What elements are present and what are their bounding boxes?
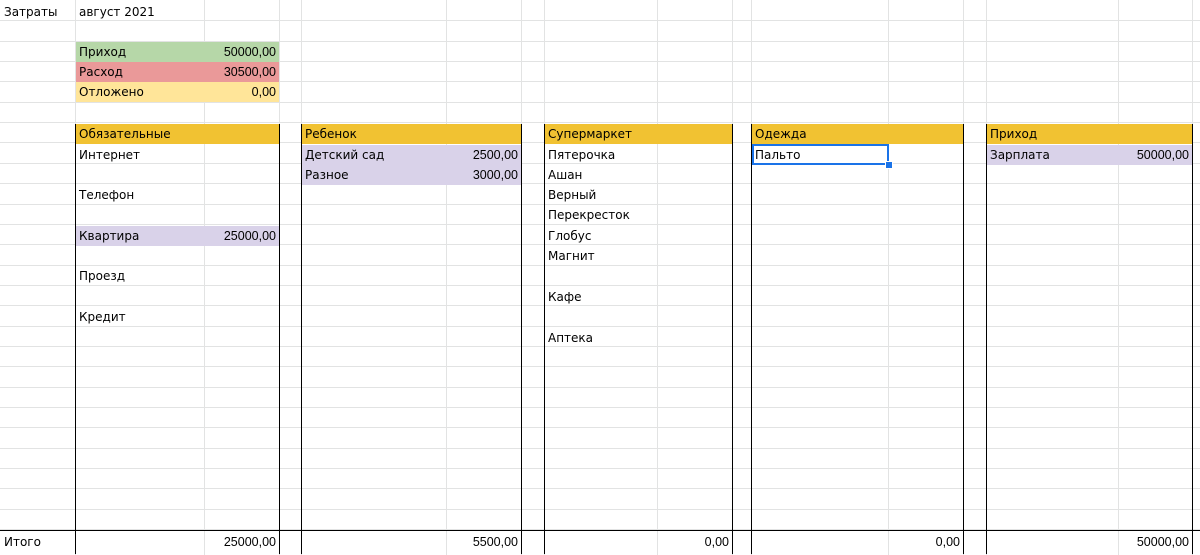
supermarket-item[interactable]: Ашан (545, 165, 657, 185)
grid-row-line (0, 122, 1200, 123)
grid-row-line (0, 387, 1200, 388)
summary-saved-label[interactable]: Отложено (76, 82, 204, 102)
obligatory-item[interactable]: Кредит (76, 307, 204, 327)
obligatory-item[interactable]: Интернет (76, 145, 204, 165)
spreadsheet-grid[interactable]: Затраты август 2021 Приход 50000,00 Расх… (0, 0, 1200, 555)
supermarket-item[interactable]: Перекресток (545, 205, 657, 225)
col-border (963, 124, 964, 554)
supermarket-item[interactable]: Магнит (545, 246, 657, 266)
header-income[interactable]: Приход (987, 124, 1192, 144)
grid-row-line (0, 407, 1200, 408)
header-supermarket[interactable]: Супермаркет (545, 124, 732, 144)
grid-row-line (0, 488, 1200, 489)
col-border (986, 124, 987, 554)
total-clothes[interactable]: 0,00 (888, 532, 963, 552)
summary-expense-label[interactable]: Расход (76, 62, 204, 82)
sheet-title-cell[interactable]: Затраты (1, 2, 75, 22)
obligatory-item[interactable]: Телефон (76, 185, 204, 205)
grid-row-line (0, 366, 1200, 367)
col-border (521, 124, 522, 554)
col-border (751, 124, 752, 554)
supermarket-item[interactable]: Аптека (545, 328, 657, 348)
header-obligatory[interactable]: Обязательные (76, 124, 279, 144)
supermarket-item[interactable]: Пятерочка (545, 145, 657, 165)
child-amount[interactable]: 3000,00 (446, 165, 521, 185)
obligatory-item[interactable]: Квартира (76, 226, 204, 246)
grid-row-line (0, 448, 1200, 449)
total-child[interactable]: 5500,00 (446, 532, 521, 552)
total-obligatory[interactable]: 25000,00 (204, 532, 279, 552)
supermarket-item[interactable]: Верный (545, 185, 657, 205)
child-item[interactable]: Детский сад (302, 145, 446, 165)
active-cell-selection[interactable] (752, 144, 889, 165)
grid-row-line (0, 427, 1200, 428)
grid-row-line (0, 509, 1200, 510)
supermarket-item[interactable]: Кафе (545, 287, 657, 307)
obligatory-item[interactable]: Проезд (76, 266, 204, 286)
summary-income-value[interactable]: 50000,00 (204, 42, 279, 62)
child-item[interactable]: Разное (302, 165, 446, 185)
income-item[interactable]: Зарплата (987, 145, 1118, 165)
header-child[interactable]: Ребенок (302, 124, 521, 144)
total-income[interactable]: 50000,00 (1118, 532, 1192, 552)
obligatory-amount[interactable]: 25000,00 (204, 226, 279, 246)
col-border (1192, 124, 1193, 554)
grid-row-line (0, 102, 1200, 103)
period-cell[interactable]: август 2021 (76, 2, 204, 22)
summary-saved-value[interactable]: 0,00 (204, 82, 279, 102)
total-label[interactable]: Итого (1, 532, 75, 552)
summary-expense-value[interactable]: 30500,00 (204, 62, 279, 82)
col-border (301, 124, 302, 554)
totals-border (0, 530, 1200, 531)
supermarket-item[interactable]: Глобус (545, 226, 657, 246)
fill-handle[interactable] (885, 161, 893, 169)
grid-row-line (0, 468, 1200, 469)
child-amount[interactable]: 2500,00 (446, 145, 521, 165)
col-border (732, 124, 733, 554)
income-amount[interactable]: 50000,00 (1118, 145, 1192, 165)
header-clothes[interactable]: Одежда (752, 124, 963, 144)
total-supermarket[interactable]: 0,00 (657, 532, 732, 552)
summary-income-label[interactable]: Приход (76, 42, 204, 62)
col-border (279, 124, 280, 554)
